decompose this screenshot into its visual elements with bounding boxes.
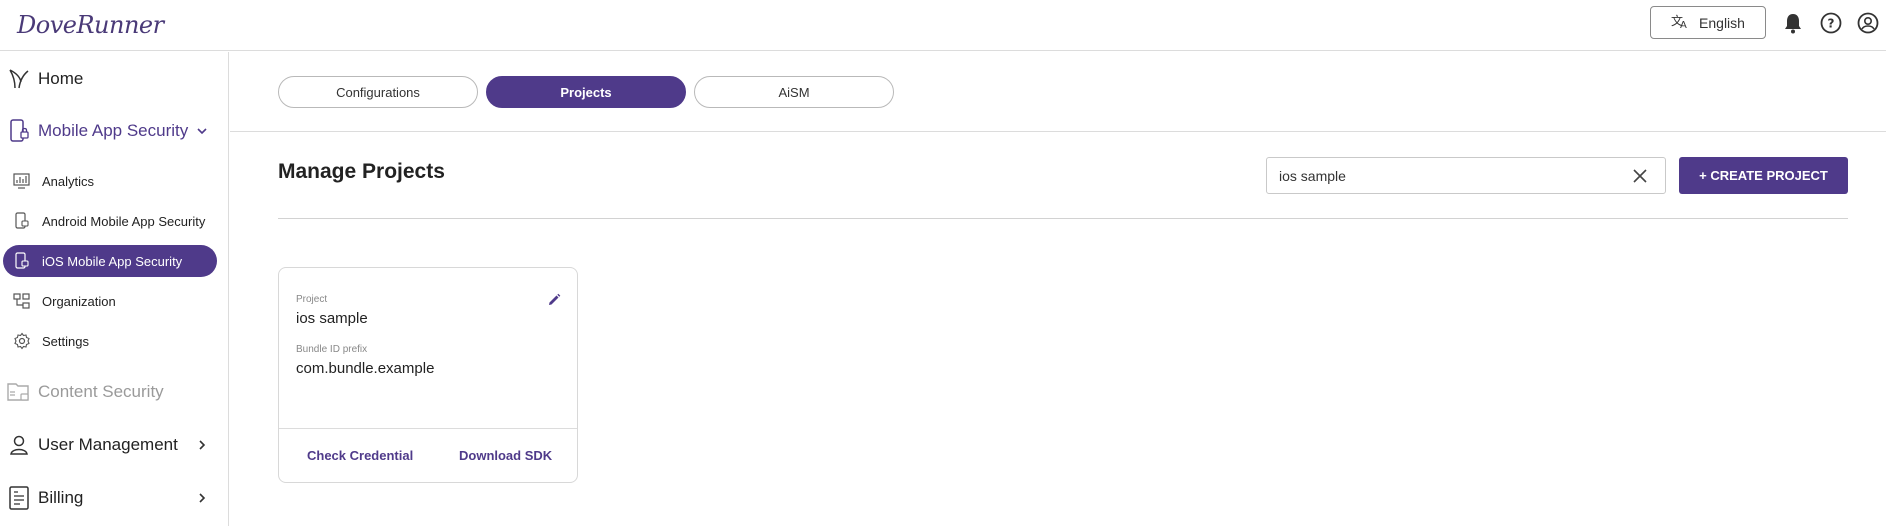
content-security-icon bbox=[6, 379, 32, 405]
android-app-icon bbox=[13, 212, 31, 230]
account-icon[interactable] bbox=[1856, 11, 1880, 35]
help-icon[interactable]: ? bbox=[1819, 11, 1843, 35]
sidebar: Home Mobile App Security Analytics Andro… bbox=[0, 52, 229, 526]
page-title: Manage Projects bbox=[278, 160, 445, 183]
tab-configurations[interactable]: Configurations bbox=[278, 76, 478, 108]
create-project-button[interactable]: + CREATE PROJECT bbox=[1679, 157, 1848, 194]
search-input[interactable] bbox=[1279, 166, 1619, 186]
check-credential-button[interactable]: Check Credential bbox=[307, 448, 413, 463]
analytics-icon bbox=[13, 172, 31, 190]
sidebar-item-analytics[interactable]: Analytics bbox=[3, 165, 217, 197]
project-label: Project bbox=[296, 294, 328, 305]
sidebar-item-user-management[interactable]: User Management bbox=[0, 425, 229, 465]
bundle-id-value: com.bundle.example bbox=[296, 360, 435, 377]
svg-text:A: A bbox=[1680, 20, 1687, 29]
tab-aism[interactable]: AiSM bbox=[694, 76, 894, 108]
edit-icon[interactable] bbox=[547, 293, 561, 307]
tab-projects[interactable]: Projects bbox=[486, 76, 686, 108]
logo[interactable]: DoveRunner bbox=[17, 11, 164, 39]
sidebar-item-ios-mobile-app-security[interactable]: iOS Mobile App Security bbox=[3, 245, 217, 277]
sidebar-item-android-mobile-app-security[interactable]: Android Mobile App Security bbox=[3, 205, 217, 237]
project-name: ios sample bbox=[296, 310, 368, 327]
language-label: English bbox=[1699, 14, 1745, 31]
chevron-right-icon bbox=[199, 493, 206, 503]
top-bar: DoveRunner 文A English ? bbox=[0, 0, 1886, 51]
gear-icon bbox=[13, 332, 31, 350]
close-icon[interactable] bbox=[1632, 168, 1648, 184]
divider bbox=[278, 218, 1848, 219]
chevron-right-icon bbox=[199, 440, 206, 450]
organization-icon bbox=[13, 292, 31, 310]
chevron-down-icon bbox=[197, 128, 207, 135]
translate-icon: 文A bbox=[1671, 13, 1689, 32]
download-sdk-button[interactable]: Download SDK bbox=[459, 448, 552, 463]
bundle-id-label: Bundle ID prefix bbox=[296, 344, 368, 355]
card-divider bbox=[279, 428, 577, 429]
sidebar-item-settings[interactable]: Settings bbox=[3, 325, 217, 357]
bell-icon[interactable] bbox=[1781, 11, 1805, 35]
search-box[interactable] bbox=[1266, 157, 1666, 194]
sidebar-item-home[interactable]: Home bbox=[0, 59, 229, 99]
language-button[interactable]: 文A English bbox=[1650, 6, 1766, 39]
user-icon bbox=[6, 432, 32, 458]
project-card: Project ios sample Bundle ID prefix com.… bbox=[278, 267, 578, 483]
sidebar-item-billing[interactable]: Billing bbox=[0, 478, 229, 518]
sidebar-item-mobile-app-security[interactable]: Mobile App Security bbox=[0, 111, 229, 151]
sidebar-item-organization[interactable]: Organization bbox=[3, 285, 217, 317]
ios-app-icon bbox=[13, 252, 31, 270]
billing-icon bbox=[6, 485, 32, 511]
sidebar-item-content-security[interactable]: Content Security bbox=[0, 372, 229, 412]
tab-bar: Configurations Projects AiSM bbox=[230, 52, 1886, 132]
mobile-security-icon bbox=[6, 118, 32, 144]
home-icon bbox=[6, 66, 32, 92]
svg-text:?: ? bbox=[1828, 17, 1835, 31]
